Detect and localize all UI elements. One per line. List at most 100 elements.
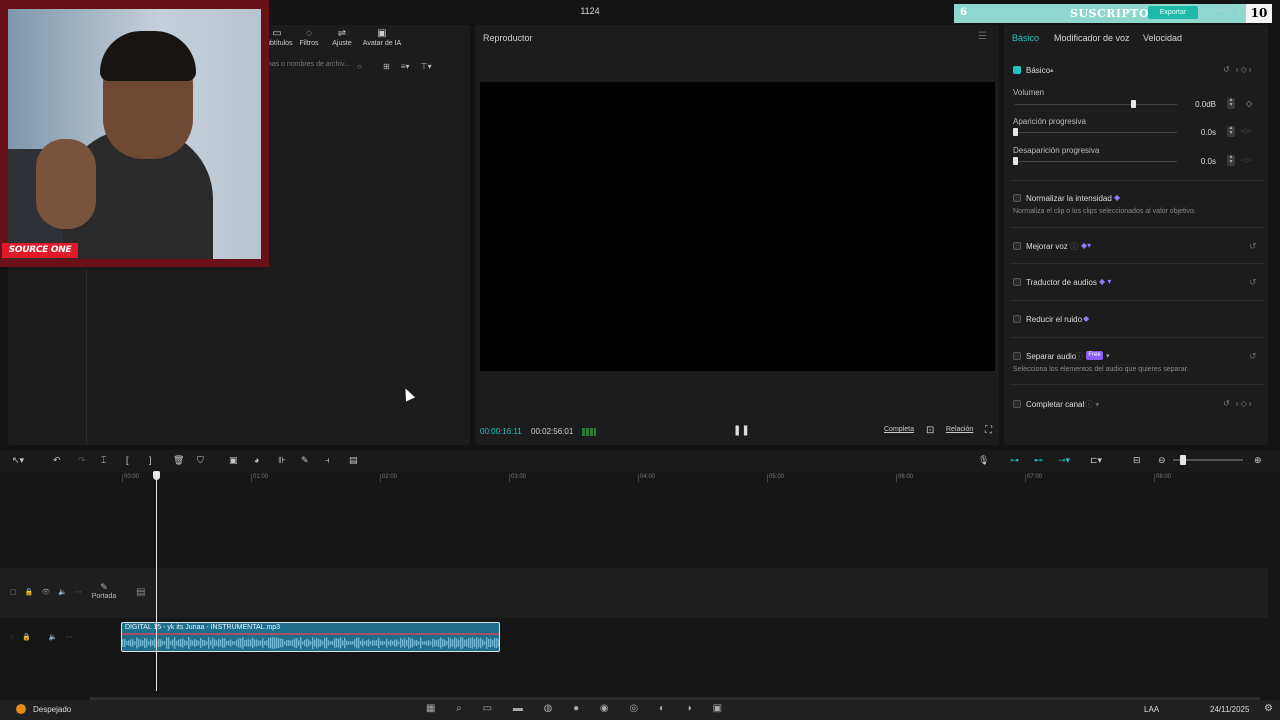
enhance-voice-checkbox[interactable] bbox=[1013, 242, 1021, 250]
tab-voice-changer[interactable]: Modificador de voz bbox=[1054, 33, 1130, 43]
volume-slider[interactable] bbox=[1015, 104, 1177, 105]
waveform-bar bbox=[386, 638, 388, 648]
tab-filters[interactable]: ◌ Filtros bbox=[296, 28, 322, 47]
settings-icon[interactable]: ⚙ bbox=[1264, 703, 1273, 714]
reset-icon[interactable]: ↺ bbox=[1249, 351, 1257, 362]
chevron-down-icon[interactable]: ▾ bbox=[1106, 352, 1110, 360]
menu-icon[interactable]: ☰ bbox=[978, 31, 987, 42]
fade-out-slider[interactable] bbox=[1015, 161, 1177, 162]
denoise-label: Reducir el ruido bbox=[1026, 315, 1083, 324]
screenshot-icon[interactable]: ⊡ bbox=[926, 425, 934, 436]
taskbar-apps[interactable]: ▦ ⌕ ▭ ▬ ◍ ● ◉ ◎ ◐ ◑ ▣ bbox=[426, 703, 731, 714]
waveform-bar bbox=[292, 639, 294, 647]
fullscreen-icon[interactable]: ⛶ bbox=[985, 425, 992, 436]
tab-basic[interactable]: Básico bbox=[1012, 33, 1039, 43]
tab-ai-avatar[interactable]: ▣ Avatar de IA bbox=[360, 28, 404, 47]
preview-axis-icon[interactable]: ⊏▾ bbox=[1090, 455, 1102, 466]
tab-adjust[interactable]: ⇌ Ajuste bbox=[328, 28, 356, 47]
filter-icon[interactable]: ⊤▾ bbox=[421, 62, 432, 71]
reset-icon[interactable]: ↺ bbox=[1249, 277, 1257, 288]
microphone-icon[interactable]: 🎙 bbox=[978, 455, 989, 466]
cover-button[interactable]: ✎ Portada bbox=[90, 582, 118, 602]
search-icon[interactable]: ○ bbox=[357, 62, 362, 71]
video-preview[interactable] bbox=[480, 82, 995, 371]
waveform-bar bbox=[122, 639, 124, 647]
redo-icon[interactable]: ↷ bbox=[78, 455, 86, 466]
weather-icon[interactable] bbox=[16, 704, 26, 714]
audio-track-controls[interactable]: ◌🔒 🔈⋯ bbox=[10, 633, 81, 641]
fade-in-slider[interactable] bbox=[1015, 132, 1177, 133]
reset-keyframe-icons[interactable]: ↺ ‹◇› bbox=[1223, 65, 1253, 74]
channel-checkbox[interactable] bbox=[1013, 400, 1021, 408]
zoom-slider-knob[interactable] bbox=[1180, 455, 1186, 465]
info-icon[interactable]: ⓘ bbox=[1075, 351, 1083, 362]
shield-icon[interactable]: ⛉ bbox=[197, 455, 204, 466]
denoise-checkbox[interactable] bbox=[1013, 315, 1021, 323]
pause-button[interactable]: ❚❚ bbox=[733, 425, 750, 436]
info-icon[interactable]: ⓘ bbox=[1070, 241, 1078, 252]
trim-right-icon[interactable]: ] bbox=[149, 455, 152, 465]
select-tool-icon[interactable]: ↖▾ bbox=[12, 455, 24, 466]
fade-in-value[interactable]: 0.0s bbox=[1186, 128, 1216, 137]
media-view-tools[interactable]: ⊞ ≡▾ ⊤▾ bbox=[383, 62, 432, 71]
fade-out-stepper[interactable]: ▴ ▾ bbox=[1227, 154, 1235, 166]
brush-icon[interactable]: ✎ bbox=[301, 455, 309, 466]
fade-out-keyframe-icon[interactable]: ‹◇› bbox=[1241, 156, 1251, 164]
frame-icon[interactable]: ▣ bbox=[229, 455, 238, 466]
maximize-button[interactable]: ☐ bbox=[1238, 5, 1247, 16]
fade-in-stepper[interactable]: ▴ ▾ bbox=[1227, 125, 1235, 137]
minimize-button[interactable]: — bbox=[1218, 5, 1228, 16]
normalize-checkbox[interactable] bbox=[1013, 194, 1021, 202]
fade-out-slider-knob[interactable] bbox=[1013, 157, 1018, 165]
delete-icon[interactable]: 🗑 bbox=[173, 455, 184, 466]
keyframe-icon[interactable]: ◇ bbox=[1246, 99, 1252, 108]
cover-label: Portada bbox=[91, 593, 117, 600]
volume-value[interactable]: 0.0dB bbox=[1186, 100, 1216, 109]
waveform-bar bbox=[310, 641, 312, 645]
audio-clip[interactable]: DIGITAL 15 - yk its Junaa - INSTRUMENTAL… bbox=[121, 622, 500, 652]
zoom-out-icon[interactable]: ⊖ bbox=[1158, 455, 1166, 466]
playhead-handle[interactable] bbox=[153, 471, 160, 480]
complete-quality-button[interactable]: Completa bbox=[884, 426, 914, 433]
audio-split-icon[interactable]: ⫞ bbox=[325, 455, 330, 466]
fade-in-keyframe-icon[interactable]: ‹◇› bbox=[1241, 127, 1251, 135]
grid-view-icon[interactable]: ⊞ bbox=[383, 62, 390, 71]
magnet-icon[interactable]: ⊷ bbox=[1034, 455, 1043, 466]
media-search-input[interactable]: emas o nombres de archiv... bbox=[262, 61, 372, 74]
taskbar-date[interactable]: 24/11/2025 bbox=[1210, 705, 1249, 714]
volume-slider-knob[interactable] bbox=[1131, 100, 1137, 108]
zoom-in-icon[interactable]: ⊕ bbox=[1254, 455, 1262, 466]
divider bbox=[1010, 337, 1264, 338]
undo-icon[interactable]: ↶ bbox=[53, 455, 61, 466]
tab-speed[interactable]: Velocidad bbox=[1143, 33, 1182, 43]
export-button[interactable]: Exportar bbox=[1148, 6, 1198, 19]
caption-icon[interactable]: ⊟ bbox=[1133, 455, 1141, 466]
video-track-controls[interactable]: ▢🔒👁🔈⋯ bbox=[10, 588, 90, 596]
aspect-ratio-button[interactable]: Relación bbox=[946, 426, 973, 433]
info-icon[interactable]: ⓘ ▾ bbox=[1085, 399, 1099, 410]
language-indicator[interactable]: LAA bbox=[1144, 705, 1159, 714]
collapse-icon[interactable]: ▴ bbox=[1050, 66, 1054, 74]
snap-icon[interactable]: ⊸▾ bbox=[1058, 455, 1070, 466]
marker-icon[interactable]: ◕ bbox=[254, 455, 259, 465]
sort-icon[interactable]: ≡▾ bbox=[401, 62, 410, 71]
replace-icon[interactable]: ▤ bbox=[349, 455, 358, 466]
trim-left-icon[interactable]: [ bbox=[126, 455, 129, 465]
weather-text[interactable]: Despejado bbox=[33, 705, 71, 714]
fade-in-slider-knob[interactable] bbox=[1013, 128, 1018, 136]
volume-stepper[interactable]: ▴ ▾ bbox=[1227, 97, 1235, 109]
translator-checkbox[interactable] bbox=[1013, 278, 1021, 286]
playhead[interactable] bbox=[156, 471, 157, 691]
reset-keyframe-icons[interactable]: ↺ ‹◇› bbox=[1223, 399, 1253, 408]
adjust-icon[interactable]: ⊪ bbox=[278, 455, 286, 466]
split-icon[interactable]: ⌶ bbox=[101, 455, 106, 466]
separate-audio-checkbox[interactable] bbox=[1013, 352, 1021, 360]
link-icon[interactable]: ⊶ bbox=[1010, 455, 1019, 466]
waveform-bar bbox=[150, 639, 152, 647]
reset-icon[interactable]: ↺ bbox=[1249, 241, 1257, 252]
video-track[interactable] bbox=[0, 568, 1268, 618]
webcam-tag: SOURCE ONE bbox=[2, 243, 78, 258]
fade-out-value[interactable]: 0.0s bbox=[1186, 157, 1216, 166]
basic-checkbox[interactable] bbox=[1013, 66, 1021, 74]
ruler-tick-label: 06:00 bbox=[898, 474, 914, 480]
